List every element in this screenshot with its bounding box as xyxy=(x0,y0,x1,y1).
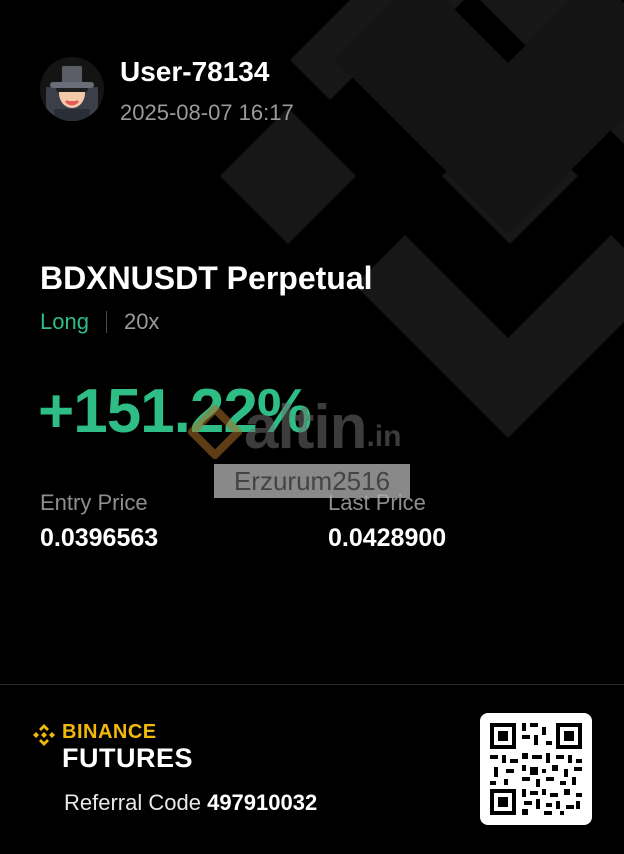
referral-code: 497910032 xyxy=(207,790,318,815)
referral-info: Referral Code 497910032 xyxy=(64,790,317,816)
contract-symbol: BDXNUSDT Perpetual xyxy=(40,260,373,296)
qr-code[interactable] xyxy=(480,713,592,825)
watermark-logo-icon xyxy=(188,404,242,459)
brand-name: BINANCE xyxy=(62,721,157,743)
position-side: Long xyxy=(40,309,89,334)
binance-logo-icon xyxy=(33,724,55,746)
username: User-78134 xyxy=(120,56,270,87)
watermark-tag: Erzurum2516 xyxy=(214,464,410,498)
last-price-value: 0.0428900 xyxy=(328,524,447,552)
brand-logo: BINANCE FUTURES xyxy=(30,721,193,773)
share-timestamp: 2025-08-07 16:17 xyxy=(120,100,294,125)
leverage: 20x xyxy=(123,309,160,334)
avatar xyxy=(40,57,104,121)
tag-divider xyxy=(105,311,107,333)
watermark-tld: .in xyxy=(366,419,402,453)
watermark-site: altin xyxy=(244,393,367,462)
footer-divider xyxy=(0,684,624,685)
site-watermark: altin .in xyxy=(188,392,401,463)
qr-code-icon xyxy=(490,723,582,815)
entry-price-value: 0.0396563 xyxy=(40,524,159,552)
referral-label: Referral Code xyxy=(64,790,201,815)
user-avatar-icon xyxy=(46,66,98,121)
brand-product: FUTURES xyxy=(62,743,193,773)
entry-price-label: Entry Price xyxy=(40,490,148,515)
position-tags: Long 20x xyxy=(40,309,159,335)
